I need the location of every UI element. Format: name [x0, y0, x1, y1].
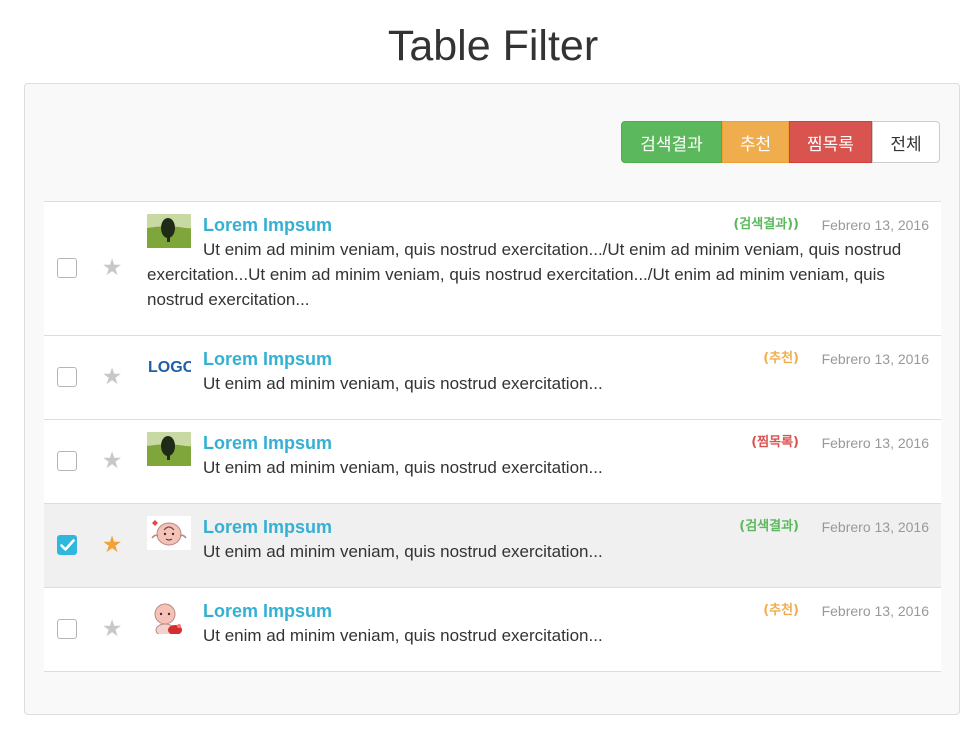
row-content: Lorem Impsum (추천) Febrero 13, 2016 Ut en…: [147, 600, 929, 648]
page-title: Table Filter: [387, 22, 599, 70]
row-date: Febrero 13, 2016: [821, 603, 929, 619]
row-description: Ut enim ad minim veniam, quis nostrud ex…: [203, 542, 603, 561]
row-description: Ut enim ad minim veniam, quis nostrud ex…: [203, 458, 603, 477]
row-date: Febrero 13, 2016: [821, 435, 929, 451]
category-tag: (추천): [763, 351, 799, 366]
star-icon[interactable]: ★: [100, 448, 124, 472]
star-icon[interactable]: ★: [100, 364, 124, 388]
row-content: Lorem Impsum (검색결과) Febrero 13, 2016 Ut …: [147, 516, 929, 564]
filter-recommended-button[interactable]: 추천: [722, 121, 789, 163]
row-description: Ut enim ad minim veniam, quis nostrud ex…: [203, 374, 603, 393]
row-description: Ut enim ad minim veniam, quis nostrud ex…: [147, 240, 902, 309]
row-title-link[interactable]: Lorem Impsum: [203, 349, 332, 369]
row-date: Febrero 13, 2016: [821, 217, 929, 233]
row-checkbox[interactable]: [57, 619, 77, 639]
checkmark-icon: [60, 539, 75, 551]
row-title-link[interactable]: Lorem Impsum: [203, 517, 332, 537]
filter-wishlist-button[interactable]: 찜목록: [789, 121, 872, 163]
table-row[interactable]: ★ Lorem Impsum (검색결과) Febrero 13, 2016 U…: [44, 504, 941, 588]
row-checkbox[interactable]: [57, 367, 77, 387]
row-checkbox[interactable]: [57, 451, 77, 471]
row-content: Lorem Impsum (찜목록) Febrero 13, 2016 Ut e…: [147, 432, 929, 480]
star-icon[interactable]: ★: [100, 616, 124, 640]
filter-all-button[interactable]: 전체: [872, 121, 940, 163]
row-date: Febrero 13, 2016: [821, 351, 929, 367]
category-tag: (검색결과): [739, 519, 799, 534]
table-row[interactable]: ★ Lorem Impsum (추천) Febrero 13, 2016 Ut …: [44, 588, 941, 672]
row-title-link[interactable]: Lorem Impsum: [203, 215, 332, 235]
row-checkbox[interactable]: [57, 258, 77, 278]
table-row[interactable]: ★ LOGO Lorem Impsum (추천) Febrero 13, 201…: [44, 336, 941, 420]
table-row[interactable]: ★ Lorem Impsum (찜목록) Febrero 13, 2016 Ut…: [44, 420, 941, 504]
row-description: Ut enim ad minim veniam, quis nostrud ex…: [203, 626, 603, 645]
row-title-link[interactable]: Lorem Impsum: [203, 601, 332, 621]
row-content: Lorem Impsum (검색결과)) Febrero 13, 2016 Ut…: [147, 214, 929, 312]
row-date: Febrero 13, 2016: [821, 519, 929, 535]
row-content: Lorem Impsum (추천) Febrero 13, 2016 Ut en…: [147, 348, 929, 396]
table-panel: 검색결과 추천 찜목록 전체 ★ Lorem Impsum (검색결과)) Fe…: [24, 83, 960, 715]
category-tag: (찜목록): [751, 435, 799, 450]
filter-search-results-button[interactable]: 검색결과: [621, 121, 722, 163]
star-icon[interactable]: ★: [100, 532, 124, 556]
message-table: ★ Lorem Impsum (검색결과)) Febrero 13, 2016 …: [44, 201, 941, 672]
row-title-link[interactable]: Lorem Impsum: [203, 433, 332, 453]
row-checkbox[interactable]: [57, 535, 77, 555]
category-tag: (추천): [763, 603, 799, 618]
star-icon[interactable]: ★: [100, 255, 124, 279]
category-tag: (검색결과)): [733, 217, 799, 232]
table-row[interactable]: ★ Lorem Impsum (검색결과)) Febrero 13, 2016 …: [44, 202, 941, 336]
filter-button-group: 검색결과 추천 찜목록 전체: [621, 121, 940, 163]
